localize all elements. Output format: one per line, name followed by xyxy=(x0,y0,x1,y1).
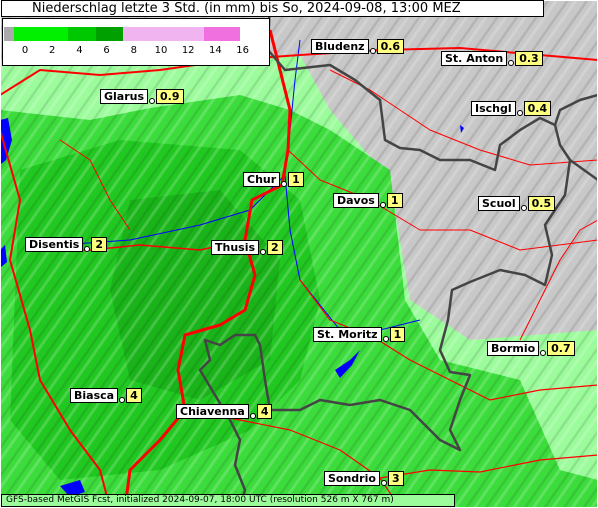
precip-value: 1 xyxy=(386,192,403,208)
city-label-st-anton: St. Anton 0.3 xyxy=(441,50,543,66)
city-marker-icon xyxy=(382,336,389,342)
city-label-chur: Chur 1 xyxy=(243,171,304,187)
city-name: Davos xyxy=(333,192,379,208)
city-marker-icon xyxy=(249,413,256,419)
legend-swatch xyxy=(68,27,96,41)
city-marker-icon xyxy=(379,202,386,208)
city-marker-icon xyxy=(508,60,515,66)
city-marker-icon xyxy=(281,181,288,187)
city-name: Bormio xyxy=(487,340,540,356)
city-name: Scuol xyxy=(478,195,520,211)
legend-swatch xyxy=(14,27,69,41)
city-marker-icon xyxy=(119,397,126,403)
legend-tick-label: 10 xyxy=(154,45,168,56)
city-label-biasca: Biasca 4 xyxy=(70,387,142,403)
city-marker-icon xyxy=(380,480,387,486)
legend-swatch xyxy=(204,27,240,41)
precip-value: 2 xyxy=(91,236,107,252)
precip-value: 1 xyxy=(389,326,406,342)
legend-swatch xyxy=(122,27,205,41)
city-label-disentis: Disentis 2 xyxy=(25,236,107,252)
legend-swatch xyxy=(4,27,14,41)
model-info-footer: GFS-based MetGIS Fcst, initialized 2024-… xyxy=(1,494,455,507)
city-label-scuol: Scuol 0.5 xyxy=(478,195,556,211)
map-stage: Niederschlag letzte 3 Std. (in mm) bis S… xyxy=(0,0,598,508)
city-marker-icon xyxy=(516,110,523,116)
city-marker-icon xyxy=(369,48,376,54)
city-name: Glarus xyxy=(100,88,149,104)
city-marker-icon xyxy=(149,98,156,104)
precip-value: 4 xyxy=(126,387,142,403)
city-marker-icon xyxy=(84,246,91,252)
city-label-bludenz: Bludenz 0.6 xyxy=(311,38,405,54)
city-name: Ischgl xyxy=(471,100,516,116)
relief-shading xyxy=(0,0,598,508)
precip-value: 3 xyxy=(387,470,404,486)
precip-value: 0.6 xyxy=(376,38,405,54)
precip-value: 0.5 xyxy=(527,195,556,211)
legend-tick-label: 2 xyxy=(49,45,56,56)
precip-value: 4 xyxy=(256,403,273,419)
legend-tick-label: 12 xyxy=(181,45,195,56)
precip-value: 0.3 xyxy=(515,50,543,66)
map-title: Niederschlag letzte 3 Std. (in mm) bis S… xyxy=(1,0,544,17)
city-label-bormio: Bormio 0.7 xyxy=(487,340,575,356)
legend-swatch xyxy=(95,27,123,41)
legend-tick-label: 16 xyxy=(236,45,249,56)
legend-tick-label: 8 xyxy=(130,45,137,56)
precip-value: 0.4 xyxy=(523,100,552,116)
precip-value: 1 xyxy=(288,171,304,187)
city-label-sondrio: Sondrio 3 xyxy=(324,470,404,486)
precipitation-legend: 0 2 4 6 8 10 12 14 16 xyxy=(2,18,270,66)
city-label-chiavenna: Chiavenna 4 xyxy=(176,403,273,419)
legend-tick-label: 14 xyxy=(209,45,222,56)
city-marker-icon xyxy=(260,249,267,255)
city-label-ischgl: Ischgl 0.4 xyxy=(471,100,552,116)
city-name: Bludenz xyxy=(311,38,369,54)
city-name: Disentis xyxy=(25,236,84,252)
city-label-davos: Davos 1 xyxy=(333,192,403,208)
city-label-glarus: Glarus 0.9 xyxy=(100,88,184,104)
city-marker-icon xyxy=(540,350,547,356)
city-name: St. Moritz xyxy=(313,326,382,342)
legend-tick-label: 6 xyxy=(103,45,110,56)
city-label-st-moritz: St. Moritz 1 xyxy=(313,326,406,342)
legend-tick-label: 4 xyxy=(76,45,83,56)
city-name: Thusis xyxy=(211,239,260,255)
city-name: Biasca xyxy=(70,387,119,403)
city-marker-icon xyxy=(520,205,527,211)
legend-tick-label: 0 xyxy=(21,45,29,56)
city-name: Sondrio xyxy=(324,470,380,486)
city-name: Chiavenna xyxy=(176,403,249,419)
precipitation-map xyxy=(0,0,598,508)
city-label-thusis: Thusis 2 xyxy=(211,239,283,255)
precip-value: 0.7 xyxy=(547,340,575,356)
city-name: St. Anton xyxy=(441,50,508,66)
precip-value: 2 xyxy=(267,239,283,255)
precip-value: 0.9 xyxy=(156,88,184,104)
city-name: Chur xyxy=(243,171,281,187)
